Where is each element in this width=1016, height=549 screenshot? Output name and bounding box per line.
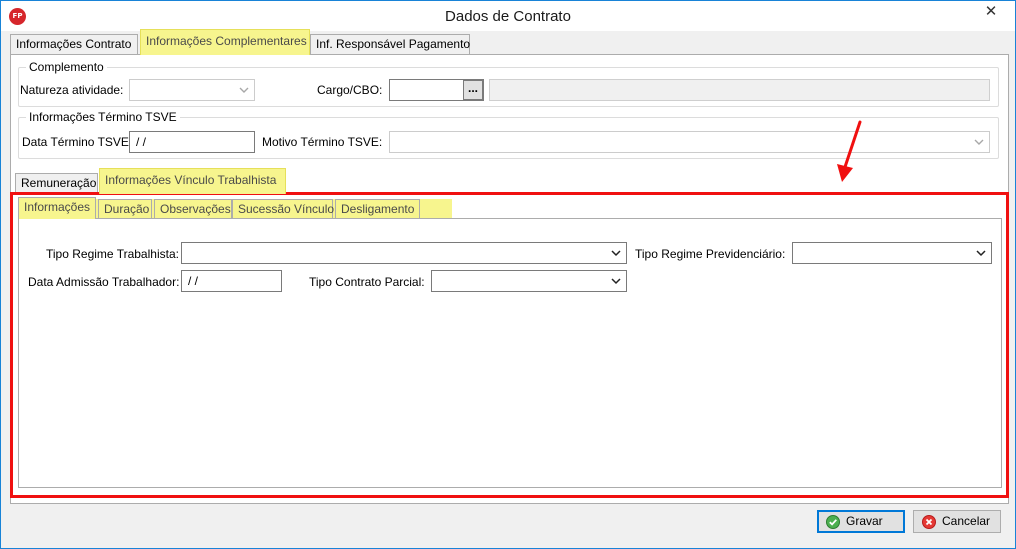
window-title: Dados de Contrato [445,8,571,25]
natureza-atividade-label: Natureza atividade: [20,83,124,97]
tipo-contrato-parcial-select[interactable] [431,270,627,292]
motivo-termino-tsve-label: Motivo Término TSVE: [262,135,383,149]
data-termino-tsve-input[interactable]: / / [129,131,255,153]
annotation-arrow-icon [837,120,862,182]
chevron-down-icon [974,139,984,145]
tipo-regime-previdenciario-select[interactable] [792,242,992,264]
gravar-label: Gravar [846,514,883,528]
close-icon: ✕ [984,3,998,20]
tab-informacoes[interactable]: Informações [18,197,96,219]
tab-informacoes-contrato[interactable]: Informações Contrato [10,34,138,54]
title-bar: FP Dados de Contrato ✕ [1,1,1015,31]
tab-observacoes[interactable]: Observações [154,199,232,219]
cargo-description-field [489,79,990,101]
tab-duracao[interactable]: Duração [98,199,152,219]
close-button[interactable]: ✕ [969,1,1013,23]
cancel-icon [922,515,936,529]
tipo-regime-previdenciario-label: Tipo Regime Previdenciário: [635,247,786,261]
tab-desligamento[interactable]: Desligamento [335,199,420,219]
cancelar-label: Cancelar [942,514,991,528]
informacoes-tab-panel: Tipo Regime Trabalhista: Tipo Regime Pre… [18,218,1002,488]
tab-sucessao-vinculo[interactable]: Sucessão Vínculo [232,199,334,219]
tipo-contrato-parcial-label: Tipo Contrato Parcial: [309,275,425,289]
data-admissao-trabalhador-label: Data Admissão Trabalhador: [28,275,180,289]
complemento-legend: Complemento [26,60,107,74]
gravar-button[interactable]: Gravar [817,510,905,533]
tipo-regime-trabalhista-select[interactable] [181,242,627,264]
tipo-regime-trabalhista-label: Tipo Regime Trabalhista: [46,247,179,261]
termino-tsve-legend: Informações Término TSVE [26,110,180,124]
cargo-cbo-label: Cargo/CBO: [317,83,383,97]
tab-inf-responsavel-pagamento[interactable]: Inf. Responsável Pagamento [310,34,470,54]
check-icon [826,515,840,529]
tab-informacoes-vinculo-trabalhista[interactable]: Informações Vínculo Trabalhista [99,168,286,194]
chevron-down-icon [611,250,621,257]
tab-remuneracao[interactable]: Remuneração [15,173,98,193]
natureza-atividade-select[interactable] [129,79,255,101]
data-termino-tsve-label: Data Término TSVE: [22,135,133,149]
top-tab-strip: Informações Contrato Informações Complem… [10,29,1010,55]
chevron-down-icon [976,250,986,257]
motivo-termino-tsve-select[interactable] [389,131,990,153]
inner-tab-strip: Informações Duração Observações Sucessão… [18,197,458,219]
cancelar-button[interactable]: Cancelar [913,510,1001,533]
dados-contrato-window: FP Dados de Contrato ✕ Informações Contr… [0,0,1016,549]
cargo-lookup-button[interactable]: ... [463,80,483,100]
chevron-down-icon [239,87,249,93]
tab-informacoes-complementares[interactable]: Informações Complementares [140,29,310,55]
chevron-down-icon [611,278,621,285]
data-admissao-trabalhador-input[interactable]: / / [181,270,282,292]
